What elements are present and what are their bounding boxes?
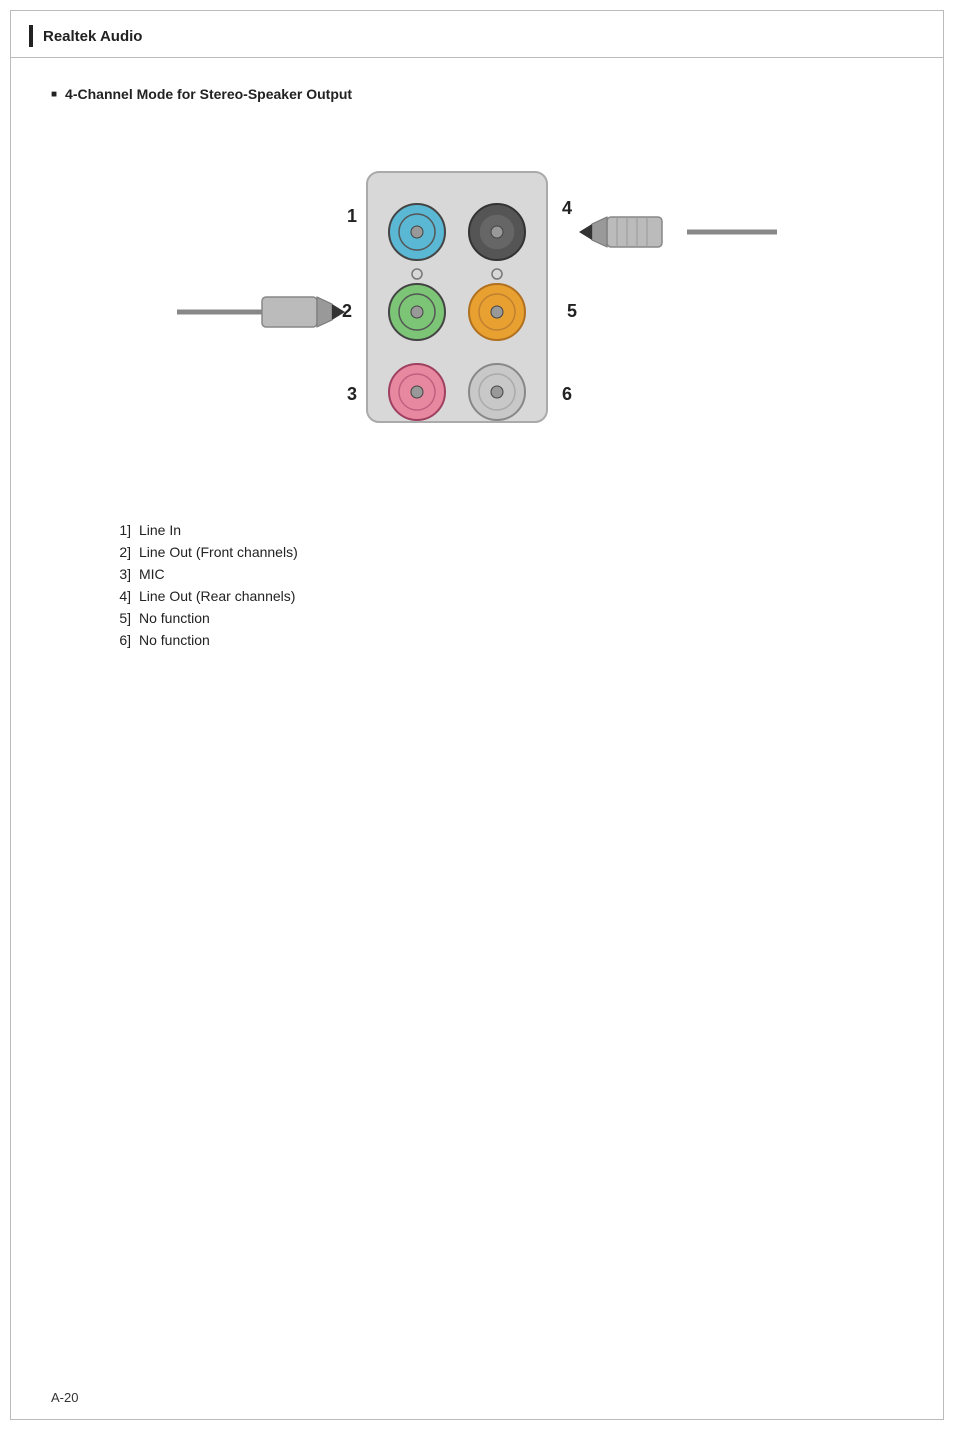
legend-item-5: 5] No function	[101, 610, 903, 626]
legend-num-1: 1]	[101, 522, 131, 538]
page-footer: A-20	[51, 1390, 78, 1405]
legend-item-6: 6] No function	[101, 632, 903, 648]
legend-item-2: 2] Line Out (Front channels)	[101, 544, 903, 560]
legend-item-4: 4] Line Out (Rear channels)	[101, 588, 903, 604]
label-5: 5	[567, 301, 577, 321]
diagram-container: 1 2 3 4 5 6	[51, 132, 903, 472]
legend-item-1: 1] Line In	[101, 522, 903, 538]
legend-num-6: 6]	[101, 632, 131, 648]
legend-num-2: 2]	[101, 544, 131, 560]
header-title: Realtek Audio	[43, 28, 142, 45]
page: Realtek Audio 4-Channel Mode for Stereo-…	[10, 10, 944, 1420]
label-3: 3	[347, 384, 357, 404]
legend-text-3: MIC	[139, 566, 165, 582]
legend-num-4: 4]	[101, 588, 131, 604]
legend-text-1: Line In	[139, 522, 181, 538]
label-6: 6	[562, 384, 572, 404]
legend-text-5: No function	[139, 610, 210, 626]
header-bar-icon	[29, 25, 33, 47]
legend-num-5: 5]	[101, 610, 131, 626]
legend: 1] Line In 2] Line Out (Front channels) …	[51, 522, 903, 648]
audio-diagram: 1 2 3 4 5 6	[177, 142, 777, 462]
label-1: 1	[347, 206, 357, 226]
legend-text-2: Line Out (Front channels)	[139, 544, 298, 560]
legend-num-3: 3]	[101, 566, 131, 582]
header: Realtek Audio	[11, 11, 943, 58]
section-title: 4-Channel Mode for Stereo-Speaker Output	[51, 86, 903, 102]
legend-item-3: 3] MIC	[101, 566, 903, 582]
label-4: 4	[562, 198, 572, 218]
label-2: 2	[342, 301, 352, 321]
legend-text-6: No function	[139, 632, 210, 648]
page-number: A-20	[51, 1390, 78, 1405]
legend-text-4: Line Out (Rear channels)	[139, 588, 295, 604]
content: 4-Channel Mode for Stereo-Speaker Output	[11, 58, 943, 694]
